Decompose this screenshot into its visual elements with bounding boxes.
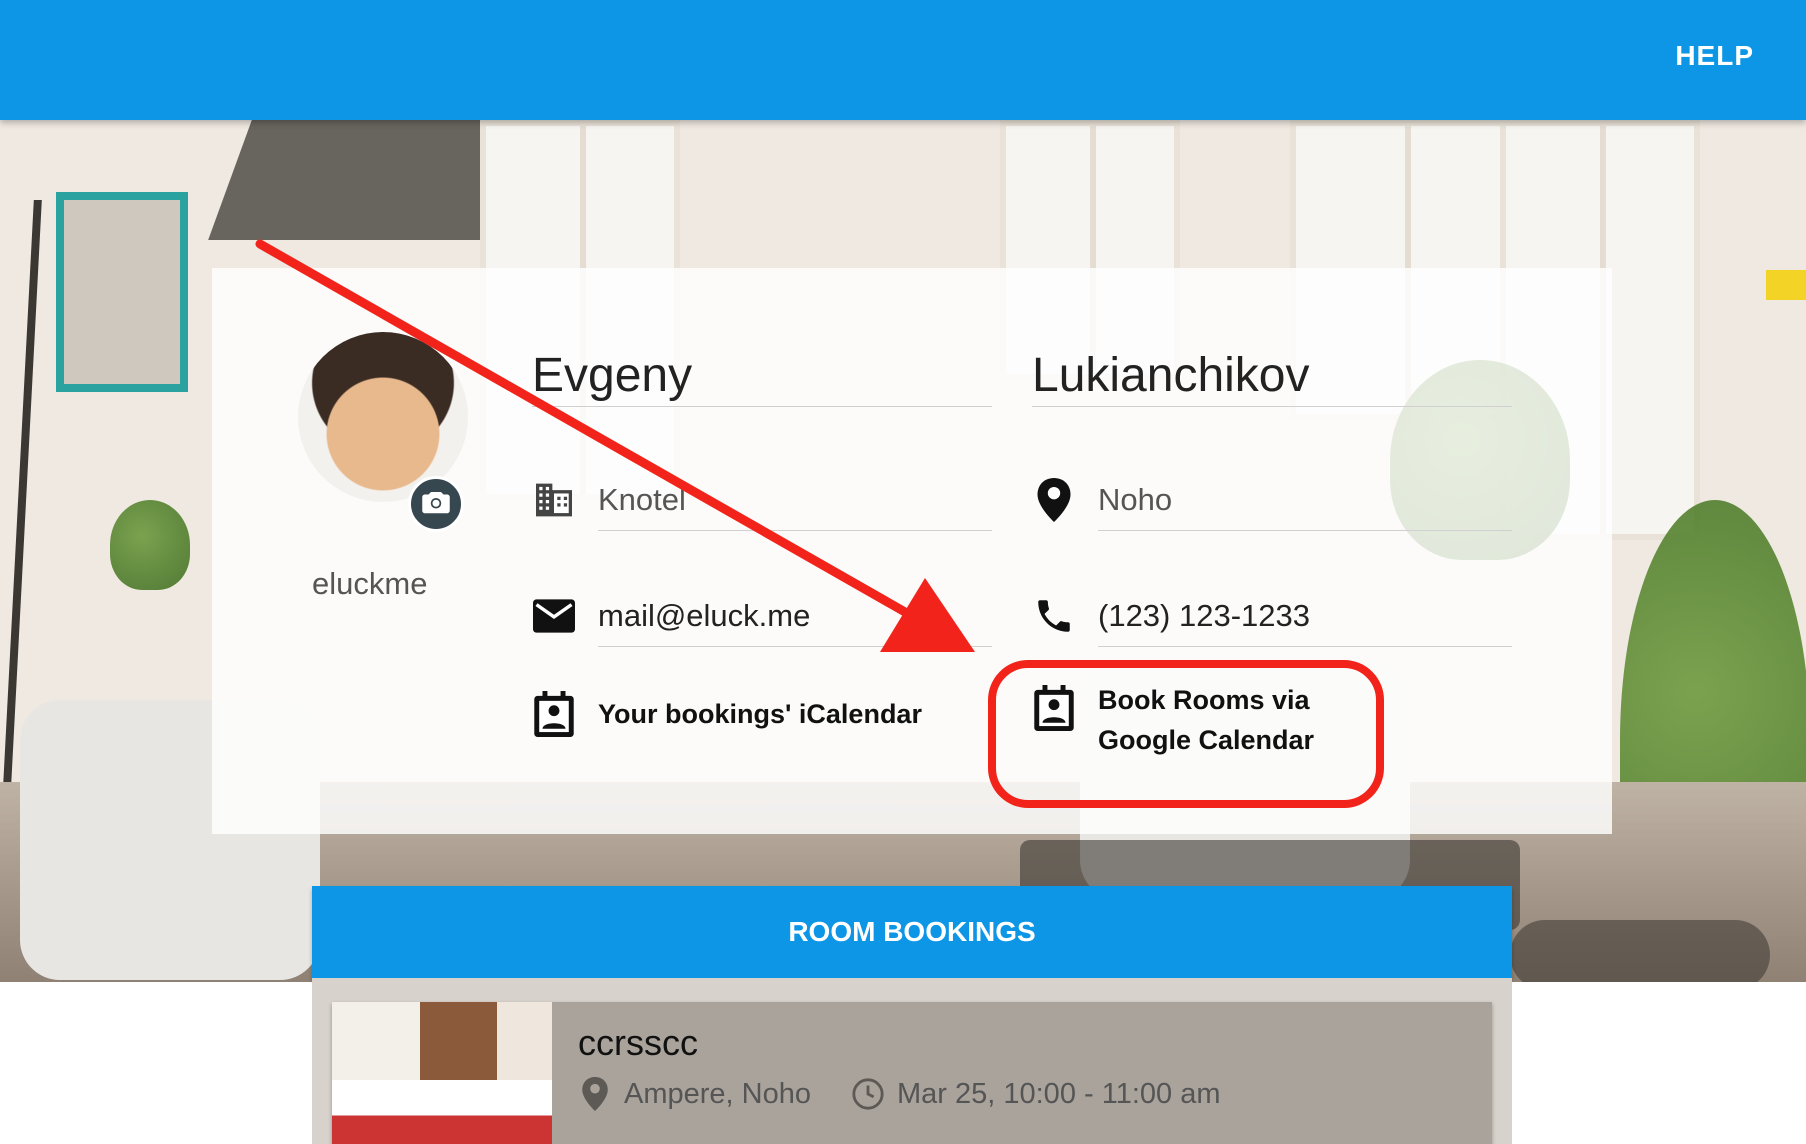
room-bookings-header[interactable]: ROOM BOOKINGS (312, 886, 1512, 978)
top-app-bar: HELP (0, 0, 1806, 120)
location-value[interactable]: Noho (1098, 482, 1172, 518)
booking-card[interactable]: ccrsscc Ampere, Noho Mar 25, 10:00 - 11:… (332, 1002, 1492, 1144)
booking-location: Ampere, Noho (624, 1077, 811, 1110)
booking-meta: Ampere, Noho Mar 25, 10:00 - 11:00 am (578, 1074, 1220, 1114)
change-photo-button[interactable] (408, 476, 464, 532)
location-pin-icon (578, 1074, 612, 1114)
last-name-underline (1032, 406, 1512, 407)
room-thumbnail (332, 1002, 552, 1144)
company-value[interactable]: Knotel (598, 482, 686, 518)
first-name-field[interactable]: Evgeny (532, 348, 692, 403)
location-row: Noho (1032, 478, 1172, 522)
email-value[interactable]: mail@eluck.me (598, 598, 810, 634)
location-pin-icon (1032, 478, 1076, 522)
camera-icon (421, 489, 451, 520)
phone-row: (123) 123-1233 (1032, 594, 1310, 638)
email-row: mail@eluck.me (532, 594, 810, 638)
last-name-field[interactable]: Lukianchikov (1032, 348, 1310, 403)
location-underline (1098, 530, 1512, 531)
room-bookings-title: ROOM BOOKINGS (788, 916, 1036, 947)
email-underline (598, 646, 992, 647)
phone-value[interactable]: (123) 123-1233 (1098, 598, 1310, 634)
company-underline (598, 530, 992, 531)
phone-icon (1032, 594, 1076, 638)
profile-card: eluckme Evgeny Lukianchikov Knotel Noho … (212, 268, 1612, 834)
building-icon (532, 478, 576, 522)
room-bookings-list: ccrsscc Ampere, Noho Mar 25, 10:00 - 11:… (312, 978, 1512, 1144)
username: eluckme (312, 566, 428, 601)
company-row: Knotel (532, 478, 686, 522)
icalendar-link[interactable]: Your bookings' iCalendar (532, 691, 922, 737)
help-link[interactable]: HELP (1675, 40, 1754, 72)
annotation-highlight-box (988, 660, 1384, 808)
booking-room-name: ccrsscc (578, 1022, 698, 1063)
clock-icon (851, 1074, 885, 1114)
phone-underline (1098, 646, 1512, 647)
first-name-underline (532, 406, 992, 407)
calendar-contact-icon (532, 691, 576, 737)
icalendar-label: Your bookings' iCalendar (598, 699, 922, 729)
booking-time: Mar 25, 10:00 - 11:00 am (897, 1077, 1221, 1110)
mail-icon (532, 594, 576, 638)
